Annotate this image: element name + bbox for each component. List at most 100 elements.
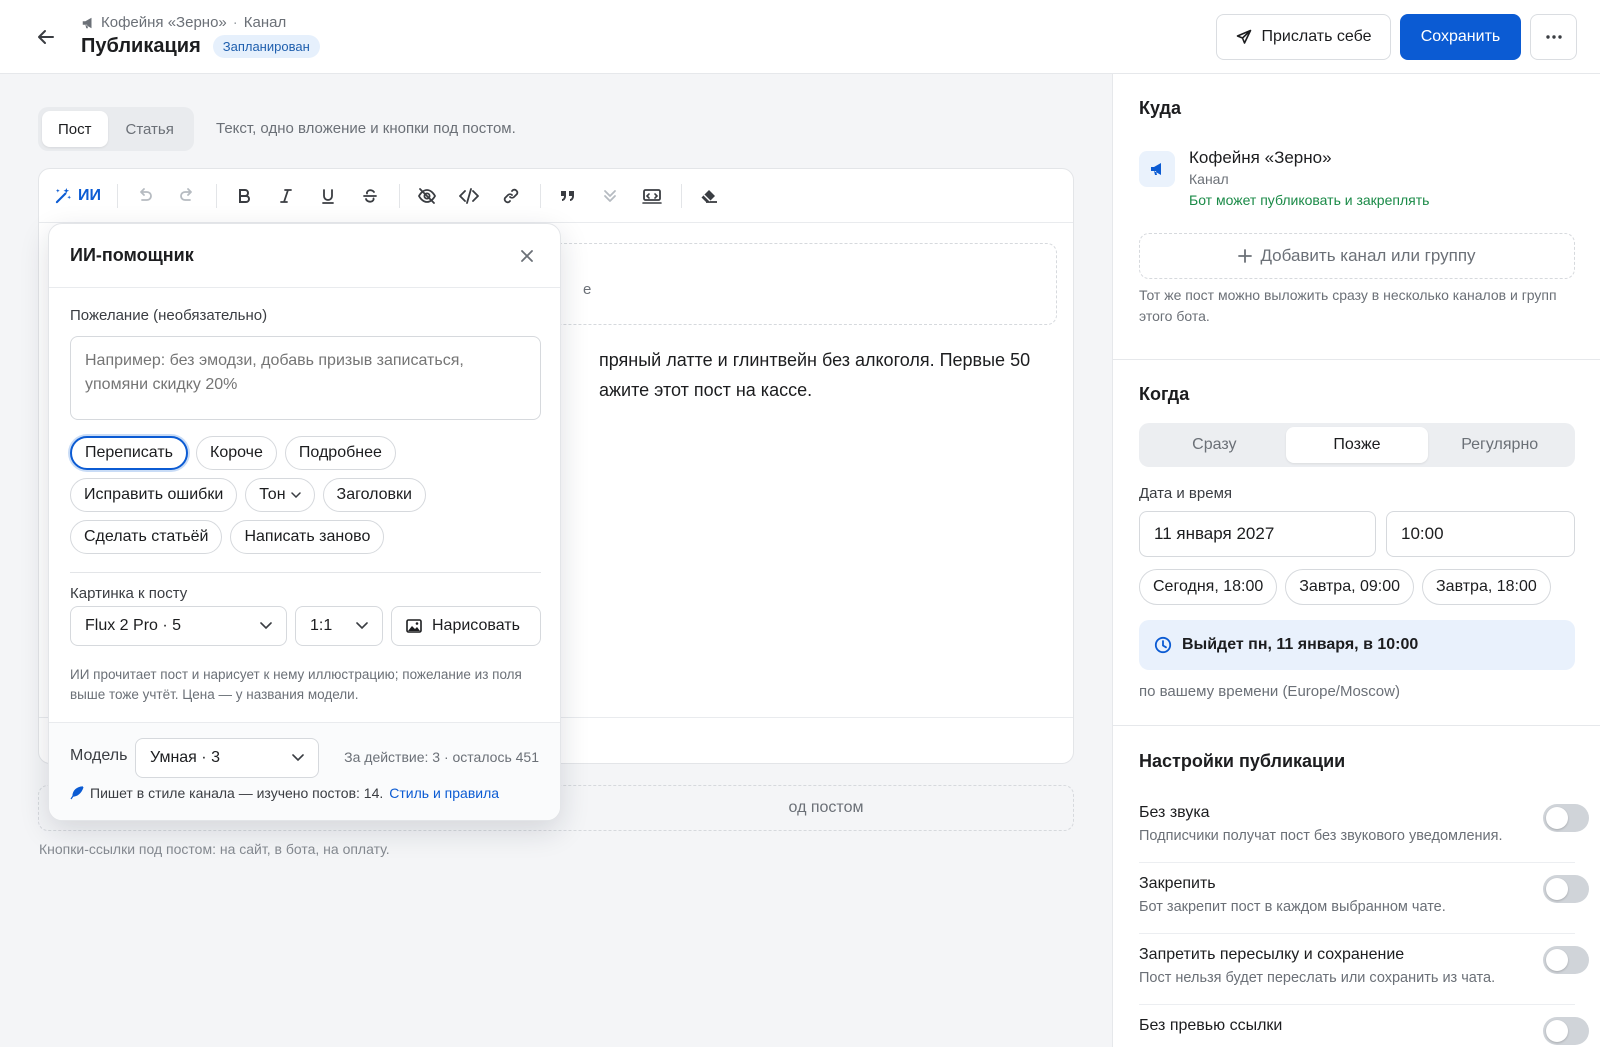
- quote-button[interactable]: [551, 179, 585, 213]
- no-link-preview-toggle[interactable]: [1543, 1017, 1589, 1045]
- draw-image-label: Нарисовать: [432, 617, 520, 634]
- option-protect-content: Запретить пересылку и сохранение Пост не…: [1139, 946, 1589, 986]
- ai-popover-header: ИИ-помощник: [49, 224, 560, 288]
- collapse-quote-button[interactable]: [593, 179, 627, 213]
- pin-toggle[interactable]: [1543, 875, 1589, 903]
- schedule-mode-selector: Сразу Позже Регулярно: [1139, 423, 1575, 467]
- chip-more-detail[interactable]: Подробнее: [284, 436, 396, 470]
- option-title: Без превью ссылки: [1139, 1017, 1283, 1034]
- attachment-dropzone[interactable]: е: [529, 243, 1057, 325]
- chip-label: Тон: [259, 486, 286, 503]
- model-select[interactable]: Умная · 3: [135, 738, 319, 778]
- code-icon: [459, 187, 479, 204]
- ai-action-chips: Переписать Короче Подробнее Исправить ош…: [70, 436, 550, 554]
- spoiler-button[interactable]: [410, 179, 444, 213]
- settings-sidebar: Куда Кофейня «Зерно» Канал Бот может пуб…: [1112, 74, 1600, 1047]
- aspect-ratio-select[interactable]: 1:1: [295, 606, 383, 646]
- schedule-recurring-option[interactable]: Регулярно: [1428, 427, 1571, 463]
- chip-rewrite[interactable]: Переписать: [70, 436, 189, 470]
- time-input[interactable]: 10:00: [1386, 511, 1575, 557]
- back-button[interactable]: [32, 24, 60, 50]
- image-label: Картинка к посту: [70, 585, 188, 602]
- quick-time-today-18[interactable]: Сегодня, 18:00: [1139, 569, 1278, 605]
- embed-button[interactable]: [635, 179, 669, 213]
- draw-image-button[interactable]: Нарисовать: [391, 606, 541, 646]
- wish-label: Пожелание (необязательно): [70, 307, 268, 324]
- option-description: Пост нельзя будет переслать или сохранит…: [1139, 970, 1496, 986]
- where-title: Куда: [1139, 98, 1181, 118]
- chip-shorter[interactable]: Короче: [196, 436, 277, 470]
- image-model-value: Flux 2 Pro · 5: [85, 617, 182, 634]
- image-icon: [406, 619, 422, 633]
- more-menu-button[interactable]: [1530, 14, 1577, 60]
- buttons-hint: Кнопки-ссылки под постом: на сайт, в бот…: [39, 841, 390, 857]
- tab-post[interactable]: Пост: [42, 111, 108, 147]
- strikethrough-button[interactable]: [353, 179, 387, 213]
- chip-label: Исправить ошибки: [84, 486, 224, 503]
- divider: [1113, 725, 1600, 726]
- add-channel-button[interactable]: Добавить канал или группу: [1139, 233, 1575, 279]
- more-horizontal-icon: [1545, 35, 1562, 39]
- chip-write-anew[interactable]: Написать заново: [230, 520, 385, 554]
- option-title: Закрепить: [1139, 875, 1216, 892]
- schedule-now-option[interactable]: Сразу: [1143, 427, 1286, 463]
- wish-input[interactable]: [70, 336, 541, 420]
- top-bar: Кофейня «Зерно» · Канал Публикация Запла…: [0, 0, 1600, 74]
- italic-icon: [280, 188, 292, 203]
- mode-hint: Текст, одно вложение и кнопки под постом…: [216, 120, 516, 137]
- schedule-later-option[interactable]: Позже: [1285, 427, 1429, 463]
- link-icon: [503, 188, 519, 203]
- italic-button[interactable]: [269, 179, 303, 213]
- quick-time-tomorrow-18[interactable]: Завтра, 18:00: [1422, 569, 1551, 605]
- style-note-text: Пишет в стиле канала — изучено постов: 1…: [90, 785, 384, 801]
- send-to-self-button[interactable]: Прислать себе: [1216, 14, 1391, 60]
- protect-content-toggle[interactable]: [1543, 946, 1589, 974]
- style-rules-link[interactable]: Стиль и правила: [389, 785, 499, 801]
- clear-format-button[interactable]: [692, 179, 726, 213]
- post-body-text[interactable]: пряный латте и глинтвейн без алкоголя. П…: [599, 345, 1069, 405]
- tab-article[interactable]: Статья: [110, 111, 190, 147]
- datetime-label: Дата и время: [1139, 485, 1233, 502]
- chip-tone[interactable]: Тон: [245, 478, 315, 512]
- timezone-note: по вашему времени (Europe/Moscow): [1139, 683, 1400, 700]
- underline-button[interactable]: [311, 179, 345, 213]
- divider: [1113, 359, 1600, 360]
- chevron-down-icon: [292, 754, 304, 762]
- ai-assistant-button[interactable]: ИИ: [55, 187, 101, 205]
- breadcrumb: Кофейня «Зерно» · Канал: [81, 14, 286, 31]
- option-title: Запретить пересылку и сохранение: [1139, 946, 1405, 963]
- magic-wand-icon: [55, 187, 72, 204]
- paper-plane-icon: [1236, 29, 1251, 44]
- breadcrumb-channel[interactable]: Кофейня «Зерно»: [101, 14, 227, 31]
- undo-button[interactable]: [128, 179, 162, 213]
- page-title: Публикация: [81, 35, 201, 57]
- toolbar-divider: [540, 183, 541, 208]
- eraser-icon: [701, 189, 717, 203]
- redo-icon: [180, 187, 192, 201]
- redo-button[interactable]: [170, 179, 204, 213]
- chip-label: Подробнее: [298, 444, 382, 461]
- close-button[interactable]: [515, 244, 539, 268]
- image-model-select[interactable]: Flux 2 Pro · 5: [70, 606, 287, 646]
- mode-tabs: Пост Статья: [38, 107, 194, 151]
- chip-label: Короче: [210, 444, 263, 461]
- quota-info: За действие: 3 · осталось 451: [344, 749, 539, 765]
- save-label: Сохранить: [1420, 28, 1501, 45]
- date-input[interactable]: 11 января 2027: [1139, 511, 1376, 557]
- attachment-hint-fragment: е: [583, 281, 592, 298]
- ai-popover-title: ИИ-помощник: [70, 245, 194, 265]
- publish-settings-title: Настройки публикации: [1139, 751, 1346, 771]
- chip-fix-errors[interactable]: Исправить ошибки: [70, 478, 238, 512]
- undo-icon: [140, 187, 152, 201]
- quick-time-tomorrow-09[interactable]: Завтра, 09:00: [1285, 569, 1415, 605]
- code-button[interactable]: [452, 179, 486, 213]
- megaphone-icon: [82, 17, 92, 28]
- link-button[interactable]: [494, 179, 528, 213]
- chip-make-article[interactable]: Сделать статьёй: [70, 520, 223, 554]
- chip-headings[interactable]: Заголовки: [322, 478, 426, 512]
- where-hint: Тот же пост можно выложить сразу в неско…: [1139, 287, 1557, 324]
- divider: [70, 572, 541, 573]
- bold-button[interactable]: [227, 179, 261, 213]
- save-button[interactable]: Сохранить: [1400, 14, 1521, 60]
- silent-toggle[interactable]: [1543, 804, 1589, 832]
